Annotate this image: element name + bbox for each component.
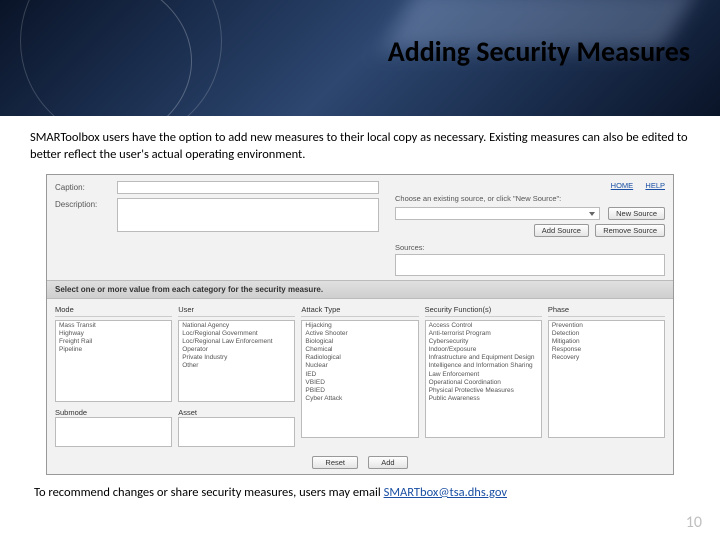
remove-source-button[interactable]: Remove Source	[595, 224, 665, 237]
page-title: Adding Security Measures	[388, 34, 690, 69]
asset-label: Asset	[178, 408, 295, 417]
attack-list[interactable]: HijackingActive ShooterBiologicalChemica…	[301, 320, 418, 438]
attack-header: Attack Type	[301, 305, 418, 317]
new-source-button[interactable]: New Source	[608, 207, 665, 220]
title-banner: Adding Security Measures	[0, 0, 720, 116]
caption-input[interactable]	[117, 181, 379, 194]
reset-button[interactable]: Reset	[312, 456, 358, 469]
help-link[interactable]: HELP	[645, 181, 665, 190]
phase-header: Phase	[548, 305, 665, 317]
description-input[interactable]	[117, 198, 379, 232]
add-button[interactable]: Add	[368, 456, 407, 469]
mode-header: Mode	[55, 305, 172, 317]
intro-text: SMARToolbox users have the option to add…	[30, 130, 690, 164]
footer-text: To recommend changes or share security m…	[30, 485, 690, 500]
description-label: Description:	[55, 198, 117, 209]
sources-box[interactable]	[395, 254, 665, 276]
footer-email-link[interactable]: SMARTbox@tsa.dhs.gov	[384, 485, 507, 500]
user-header: User	[178, 305, 295, 317]
func-header: Security Function(s)	[425, 305, 542, 317]
source-header: Choose an existing source, or click "New…	[395, 194, 665, 203]
add-source-button[interactable]: Add Source	[534, 224, 589, 237]
submode-box[interactable]	[55, 417, 172, 447]
app-screenshot: Caption: Description: HOME HELP Choose a…	[46, 174, 674, 475]
footer-prefix: To recommend changes or share security m…	[34, 485, 384, 500]
func-list[interactable]: Access ControlAnti-terrorist ProgramCybe…	[425, 320, 542, 438]
user-list[interactable]: National AgencyLoc/Regional GovernmentLo…	[178, 320, 295, 402]
home-link[interactable]: HOME	[611, 181, 634, 190]
source-select[interactable]	[395, 207, 600, 220]
phase-list[interactable]: PreventionDetectionMitigationResponseRec…	[548, 320, 665, 438]
asset-box[interactable]	[178, 417, 295, 447]
submode-label: Submode	[55, 408, 172, 417]
instruction-bar: Select one or more value from each categ…	[47, 280, 673, 299]
caption-label: Caption:	[55, 181, 117, 192]
page-number: 10	[686, 513, 702, 532]
mode-list[interactable]: Mass TransitHighwayFreight RailPipeline	[55, 320, 172, 402]
sources-label: Sources:	[395, 243, 665, 252]
